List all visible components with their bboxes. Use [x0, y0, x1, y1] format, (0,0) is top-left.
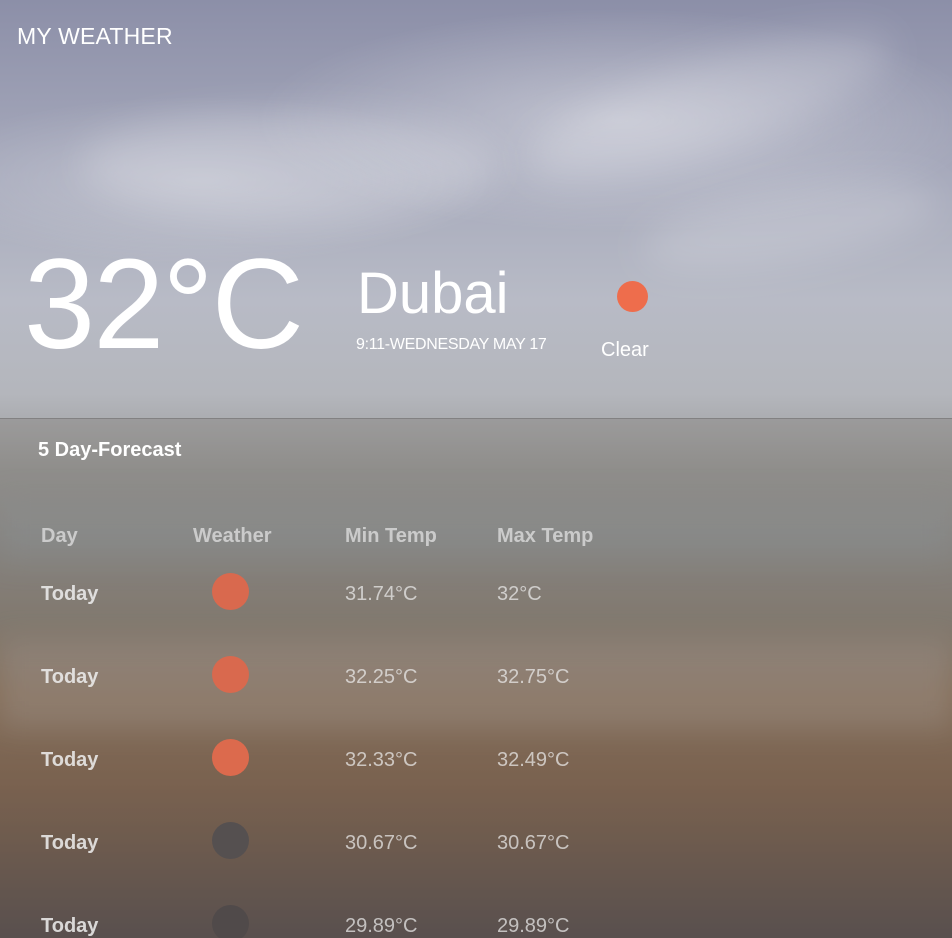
forecast-title: 5 Day-Forecast	[38, 439, 182, 461]
forecast-min-temp: 29.89°C	[345, 915, 418, 937]
city-name: Dubai	[357, 261, 509, 326]
sun-icon	[212, 573, 249, 610]
forecast-row: Today 29.89°C 29.89°C	[0, 905, 952, 938]
forecast-max-temp: 30.67°C	[497, 832, 570, 854]
current-temperature: 32°C	[24, 233, 304, 376]
forecast-day: Today	[41, 583, 99, 605]
forecast-row: Today 30.67°C 30.67°C	[0, 822, 952, 862]
header-day: Day	[41, 525, 78, 547]
forecast-min-temp: 32.25°C	[345, 666, 418, 688]
forecast-day: Today	[41, 666, 99, 688]
current-weather: 32°C Dubai 9:11-WEDNESDAY MAY 17 Clear	[0, 240, 952, 370]
condition-label: Clear	[601, 339, 649, 361]
forecast-row: Today 32.33°C 32.49°C	[0, 739, 952, 779]
forecast-max-temp: 32.75°C	[497, 666, 570, 688]
header-weather: Weather	[193, 525, 272, 547]
sun-icon	[212, 739, 249, 776]
background-cloud	[515, 3, 905, 207]
forecast-min-temp: 32.33°C	[345, 749, 418, 771]
forecast-day: Today	[41, 832, 99, 854]
moon-icon	[212, 822, 249, 859]
sun-icon	[617, 281, 648, 312]
forecast-header-row: Day Weather Min Temp Max Temp	[0, 525, 952, 549]
forecast-min-temp: 31.74°C	[345, 583, 418, 605]
current-datetime: 9:11-WEDNESDAY MAY 17	[356, 336, 547, 353]
forecast-row: Today 31.74°C 32°C	[0, 573, 952, 613]
forecast-row: Today 32.25°C 32.75°C	[0, 656, 952, 696]
forecast-min-temp: 30.67°C	[345, 832, 418, 854]
forecast-max-temp: 32°C	[497, 583, 542, 605]
forecast-day: Today	[41, 749, 99, 771]
forecast-max-temp: 29.89°C	[497, 915, 570, 937]
background-cloud	[80, 110, 500, 220]
app-title: MY WEATHER	[17, 23, 173, 49]
moon-icon	[212, 905, 249, 938]
sun-icon	[212, 656, 249, 693]
forecast-day: Today	[41, 915, 99, 937]
header-max-temp: Max Temp	[497, 525, 594, 547]
forecast-panel: 5 Day-Forecast Day Weather Min Temp Max …	[0, 418, 952, 938]
forecast-max-temp: 32.49°C	[497, 749, 570, 771]
header-min-temp: Min Temp	[345, 525, 437, 547]
